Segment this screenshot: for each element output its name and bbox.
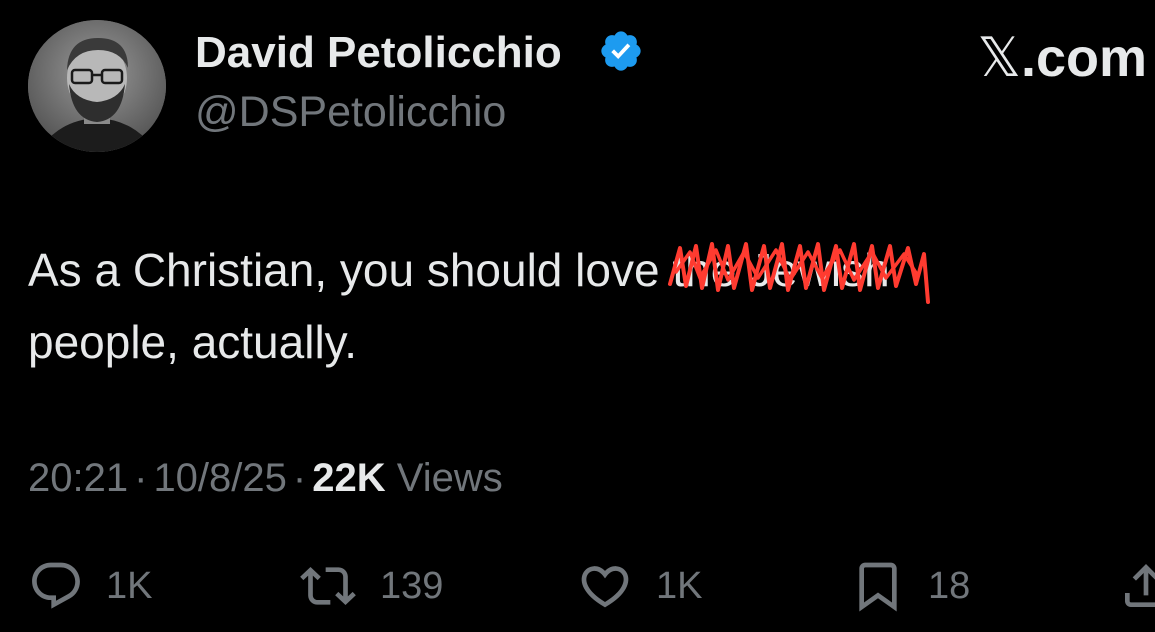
- avatar-image: [28, 20, 166, 152]
- verified-badge-icon: [598, 28, 644, 74]
- meta-separator: ·: [134, 456, 148, 500]
- redacted-text: the Jewish: [672, 244, 890, 296]
- bookmark-count: 18: [928, 564, 971, 607]
- redacted-phrase: the Jewish: [668, 234, 931, 306]
- bookmark-button[interactable]: 18: [850, 556, 970, 616]
- site-logo-suffix: .com: [1020, 28, 1147, 88]
- retweet-icon: [300, 567, 356, 605]
- tweet-text: As a Christian, you should love the Jewi…: [28, 234, 1128, 378]
- retweet-button[interactable]: 139: [298, 556, 443, 616]
- retweet-count: 139: [380, 564, 444, 607]
- x-logo-icon: 𝕏: [977, 26, 1021, 89]
- heart-icon: [581, 566, 629, 608]
- author-handle[interactable]: @DSPetolicchio: [195, 88, 506, 137]
- tweet-date[interactable]: 10/8/25: [153, 456, 286, 500]
- share-icon: [1125, 564, 1155, 607]
- views-label: Views: [396, 456, 503, 500]
- reply-icon: [32, 562, 80, 609]
- x-com-logo: 𝕏.com: [977, 26, 1147, 89]
- like-button[interactable]: 1K: [576, 556, 702, 616]
- tweet-text-before: As a Christian, you should love: [28, 244, 673, 296]
- views-count: 22K: [312, 456, 386, 500]
- share-button[interactable]: [1118, 556, 1155, 616]
- avatar[interactable]: [28, 20, 166, 152]
- tweet-meta: 20:21 · 10/8/25 · 22K Views: [28, 456, 503, 501]
- author-display-name[interactable]: David Petolicchio: [195, 28, 562, 78]
- reply-count: 1K: [106, 564, 153, 607]
- tweet-time[interactable]: 20:21: [28, 456, 128, 500]
- like-count: 1K: [656, 564, 703, 607]
- meta-separator: ·: [292, 456, 307, 500]
- tweet-action-bar: 1K 139 1K 18: [28, 556, 1155, 616]
- bookmark-icon: [859, 562, 897, 612]
- tweet-text-line-1: As a Christian, you should love the Jewi…: [28, 234, 1128, 306]
- tweet-text-line-2: people, actually.: [28, 316, 358, 368]
- reply-button[interactable]: 1K: [28, 556, 152, 616]
